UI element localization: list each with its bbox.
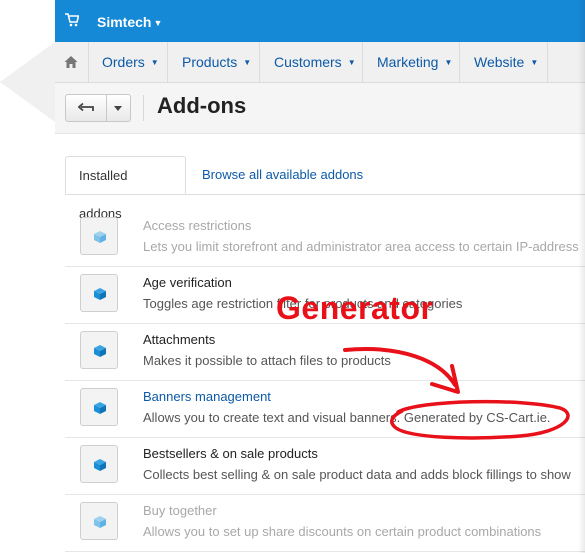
back-button-group: [65, 94, 131, 122]
addon-icon-box: [80, 217, 118, 255]
addon-row[interactable]: Banners management Allows you to create …: [65, 380, 585, 438]
cube-icon: [94, 459, 106, 471]
addon-icon-box: [80, 502, 118, 540]
nav-orders[interactable]: Orders ▼: [88, 42, 168, 82]
nav-label: Customers: [274, 54, 342, 70]
addon-name: Access restrictions: [143, 218, 252, 233]
page-title: Add-ons: [157, 93, 247, 118]
content-area: Installed addons Browse all available ad…: [55, 134, 585, 553]
back-button[interactable]: [66, 95, 107, 121]
addon-description: Lets you limit storefront and administra…: [143, 239, 579, 254]
tab-browse-addons[interactable]: Browse all available addons: [189, 156, 376, 194]
nav-website[interactable]: Website ▼: [460, 42, 548, 82]
chevron-down-icon: ▼: [444, 58, 453, 67]
tab-bar: Installed addons Browse all available ad…: [65, 156, 585, 221]
addon-name: Bestsellers & on sale products: [143, 446, 318, 461]
chevron-down-icon: ▼: [150, 58, 159, 67]
addon-name: Buy together: [143, 503, 217, 518]
title-bar: Add-ons: [55, 83, 585, 134]
addon-name: Age verification: [143, 275, 232, 290]
nav-marketing[interactable]: Marketing ▼: [363, 42, 460, 82]
nav-home[interactable]: [55, 42, 89, 82]
addon-name: Attachments: [143, 332, 216, 347]
addon-row[interactable]: Access restrictions Lets you limit store…: [65, 209, 585, 267]
cube-icon: [94, 345, 106, 357]
top-bar: Simtech ▼: [55, 0, 585, 42]
back-dropdown-button[interactable]: [106, 95, 130, 121]
annotation-label: Generator: [276, 290, 434, 326]
chevron-down-icon: ▼: [153, 18, 163, 28]
nav-label: Website: [474, 54, 525, 70]
chevron-down-icon: ▼: [347, 58, 356, 67]
chevron-down-icon: [114, 106, 122, 111]
addon-row[interactable]: Bestsellers & on sale products Collects …: [65, 437, 585, 495]
nav-label: Products: [182, 54, 238, 70]
nav-products[interactable]: Products ▼: [168, 42, 260, 82]
addon-icon-box: [80, 331, 118, 369]
addon-icon-box: [80, 445, 118, 483]
cube-icon: [94, 288, 106, 300]
back-arrow-icon: [78, 102, 94, 112]
addon-row[interactable]: Attachments Makes it possible to attach …: [65, 323, 585, 381]
cube-icon: [94, 231, 106, 243]
tab-installed-addons[interactable]: Installed addons: [65, 156, 186, 221]
nav-label: Marketing: [377, 54, 439, 70]
divider: [143, 95, 144, 121]
addon-description: Collects best selling & on sale product …: [143, 467, 571, 482]
store-switcher[interactable]: Simtech ▼: [97, 14, 162, 30]
panel-edge-shadow: [578, 0, 585, 553]
chevron-down-icon: ▼: [243, 58, 252, 67]
cart-icon: [65, 13, 79, 27]
main-nav: Orders ▼ Products ▼ Customers ▼ Marketing ▼ …: [55, 42, 585, 83]
addon-row[interactable]: Buy together Allows you to set up share …: [65, 494, 585, 552]
addon-description: Allows you to set up share discounts on …: [143, 524, 542, 539]
nav-customers[interactable]: Customers ▼: [260, 42, 363, 82]
cube-icon: [94, 402, 106, 414]
addon-name-link[interactable]: Banners management: [143, 389, 271, 404]
panel-pointer: [0, 42, 55, 122]
addon-description: Allows you to create text and visual ban…: [143, 410, 551, 425]
cube-icon: [94, 516, 106, 528]
addon-description: Makes it possible to attach files to pro…: [143, 353, 391, 368]
addon-icon-box: [80, 388, 118, 426]
nav-label: Orders: [102, 54, 145, 70]
store-name: Simtech: [97, 14, 152, 30]
addon-icon-box: [80, 274, 118, 312]
home-icon: [64, 56, 78, 68]
chevron-down-icon: ▼: [530, 58, 539, 67]
